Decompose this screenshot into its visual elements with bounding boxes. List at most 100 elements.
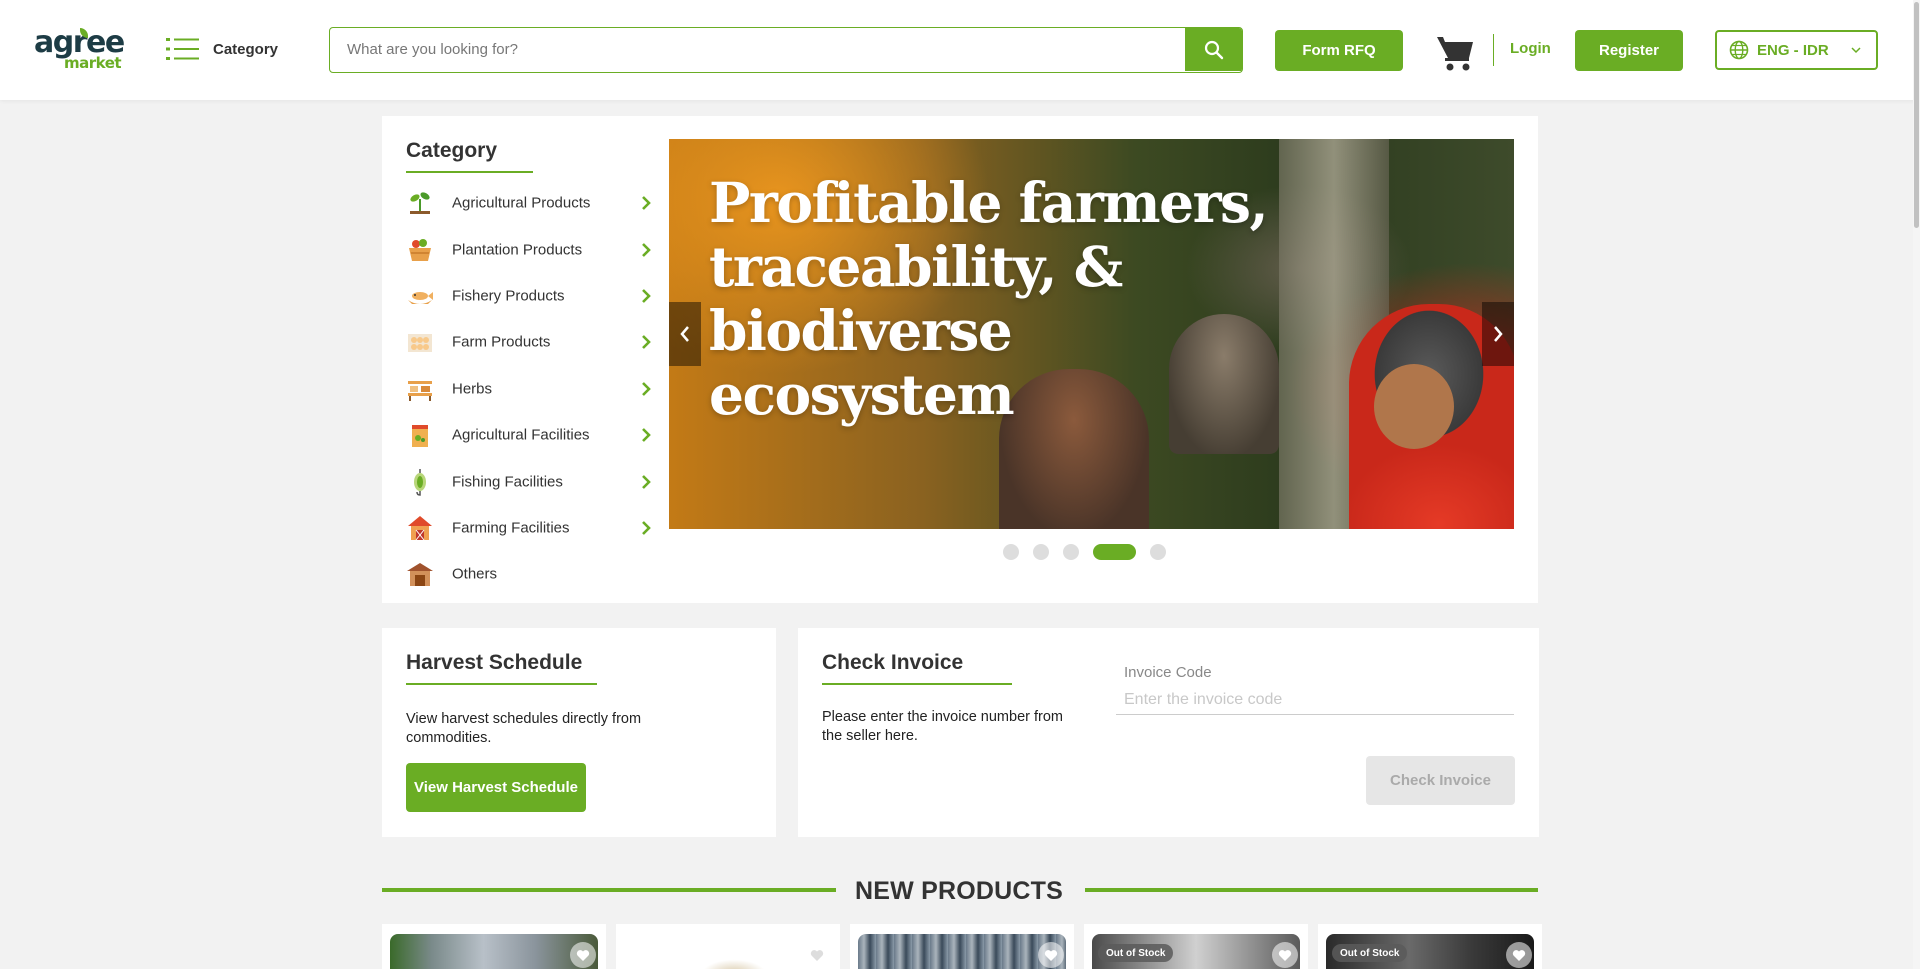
new-products-title: NEW PRODUCTS <box>855 877 1063 905</box>
form-rfq-button[interactable]: Form RFQ <box>1275 30 1403 71</box>
product-card[interactable]: Out of Stock <box>1084 924 1308 969</box>
product-card[interactable]: Out of Stock <box>1318 924 1542 969</box>
login-link[interactable]: Login <box>1510 40 1551 57</box>
category-list: Agricultural Products Plantation Product… <box>406 180 651 598</box>
category-menu-label: Category <box>213 40 279 58</box>
search-button[interactable] <box>1185 28 1242 71</box>
fish-icon <box>406 282 434 310</box>
check-invoice-description: Please enter the invoice number from the… <box>822 709 1063 744</box>
chevron-right-icon <box>642 381 651 396</box>
product-card[interactable] <box>382 924 606 969</box>
chevron-right-icon <box>642 242 651 257</box>
chevron-right-icon <box>642 428 651 443</box>
scrollbar-thumb[interactable] <box>1914 2 1919 228</box>
view-harvest-schedule-button[interactable]: View Harvest Schedule <box>406 763 586 812</box>
agree-market-logo[interactable]: agree market <box>34 28 125 74</box>
carousel-dot[interactable] <box>1003 544 1019 560</box>
favorite-button[interactable] <box>1272 942 1298 968</box>
chevron-down-icon <box>1851 47 1861 54</box>
favorite-button[interactable] <box>1506 942 1532 968</box>
chevron-left-icon <box>680 326 689 342</box>
invoice-title-underline <box>822 683 1012 685</box>
heart-icon <box>1044 949 1058 961</box>
check-invoice-card: Check Invoice Please enter the invoice n… <box>798 628 1539 837</box>
carousel-dots <box>1003 543 1166 561</box>
category-label: Fishing Facilities <box>452 473 563 491</box>
out-of-stock-badge: Out of Stock <box>1098 944 1174 962</box>
chevron-right-icon <box>642 196 651 211</box>
product-image <box>858 934 1066 969</box>
new-products-divider-right <box>1085 888 1538 892</box>
carousel-next-button[interactable] <box>1482 302 1514 366</box>
favorite-button[interactable] <box>570 942 596 968</box>
carousel-dot-active[interactable] <box>1093 544 1136 560</box>
banner-headline: Profitable farmers, traceability, & biod… <box>709 170 1269 427</box>
logo-text-bottom: market <box>64 54 122 72</box>
heart-icon <box>1278 949 1292 961</box>
shopping-cart-icon <box>1437 37 1473 71</box>
category-title-underline <box>406 171 533 173</box>
language-currency-selector[interactable]: ENG - IDR <box>1715 30 1878 70</box>
top-header: agree market Category Form RFQ Login Reg… <box>0 0 1920 100</box>
cart-button[interactable] <box>1436 34 1476 72</box>
carousel-dot[interactable] <box>1063 544 1079 560</box>
hero-panel: Category Agricultural Products Plantatio… <box>382 116 1538 603</box>
category-item-fishing-facilities[interactable]: Fishing Facilities <box>406 458 651 504</box>
herb-rack-icon <box>406 375 434 403</box>
globe-icon <box>1729 40 1749 60</box>
category-label: Agricultural Facilities <box>452 426 590 444</box>
favorite-button[interactable] <box>1038 942 1064 968</box>
chevron-right-icon <box>642 289 651 303</box>
category-label: Fishery Products <box>452 287 565 305</box>
barn-icon <box>406 514 434 542</box>
carousel-prev-button[interactable] <box>669 302 701 366</box>
category-item-agricultural-facilities[interactable]: Agricultural Facilities <box>406 412 651 458</box>
category-label: Herbs <box>452 380 493 398</box>
category-item-plantation-products[interactable]: Plantation Products <box>406 226 651 272</box>
basket-icon <box>406 236 434 264</box>
list-menu-icon <box>166 38 199 60</box>
promo-banner-carousel[interactable]: Profitable farmers, traceability, & biod… <box>669 139 1514 529</box>
category-item-others[interactable]: Others <box>406 551 651 597</box>
category-label: Farming Facilities <box>452 519 570 537</box>
sprout-icon <box>406 189 434 217</box>
category-item-farm-products[interactable]: Farm Products <box>406 319 651 365</box>
harvest-schedule-title: Harvest Schedule <box>406 651 583 674</box>
category-item-herbs[interactable]: Herbs <box>406 366 651 412</box>
out-of-stock-badge: Out of Stock <box>1332 944 1408 962</box>
search-icon <box>1204 40 1223 59</box>
product-image <box>390 934 598 969</box>
category-menu-toggle[interactable]: Category <box>166 34 278 64</box>
register-button[interactable]: Register <box>1575 30 1683 71</box>
search-input[interactable] <box>330 28 1185 71</box>
new-products-divider-left <box>382 888 836 892</box>
category-item-farming-facilities[interactable]: Farming Facilities <box>406 505 651 551</box>
category-label: Others <box>452 565 498 583</box>
invoice-code-input[interactable] <box>1116 686 1514 715</box>
carousel-dot[interactable] <box>1033 544 1049 560</box>
chevron-right-icon <box>642 474 651 489</box>
language-label: ENG - IDR <box>1757 41 1829 59</box>
harvest-title-underline <box>406 683 597 685</box>
invoice-code-label: Invoice Code <box>1124 664 1212 681</box>
heart-icon <box>810 949 824 961</box>
category-label: Farm Products <box>452 333 551 351</box>
carousel-dot[interactable] <box>1150 544 1166 560</box>
favorite-button[interactable] <box>804 942 830 968</box>
chevron-right-icon <box>642 521 651 535</box>
search-bar <box>329 27 1243 73</box>
heart-icon <box>576 949 590 961</box>
page-scrollbar[interactable] <box>1913 0 1920 969</box>
product-card[interactable] <box>850 924 1074 969</box>
chevron-right-icon <box>642 335 651 350</box>
category-label: Agricultural Products <box>452 194 591 212</box>
harvest-schedule-description: View harvest schedules directly from com… <box>406 711 642 746</box>
fishing-lure-icon <box>406 468 434 496</box>
product-card[interactable] <box>616 924 840 969</box>
shed-icon <box>406 560 434 588</box>
category-item-agricultural-products[interactable]: Agricultural Products <box>406 180 651 226</box>
category-item-fishery-products[interactable]: Fishery Products <box>406 273 651 319</box>
heart-icon <box>1512 949 1526 961</box>
product-image <box>624 934 832 969</box>
check-invoice-button[interactable]: Check Invoice <box>1366 756 1515 805</box>
